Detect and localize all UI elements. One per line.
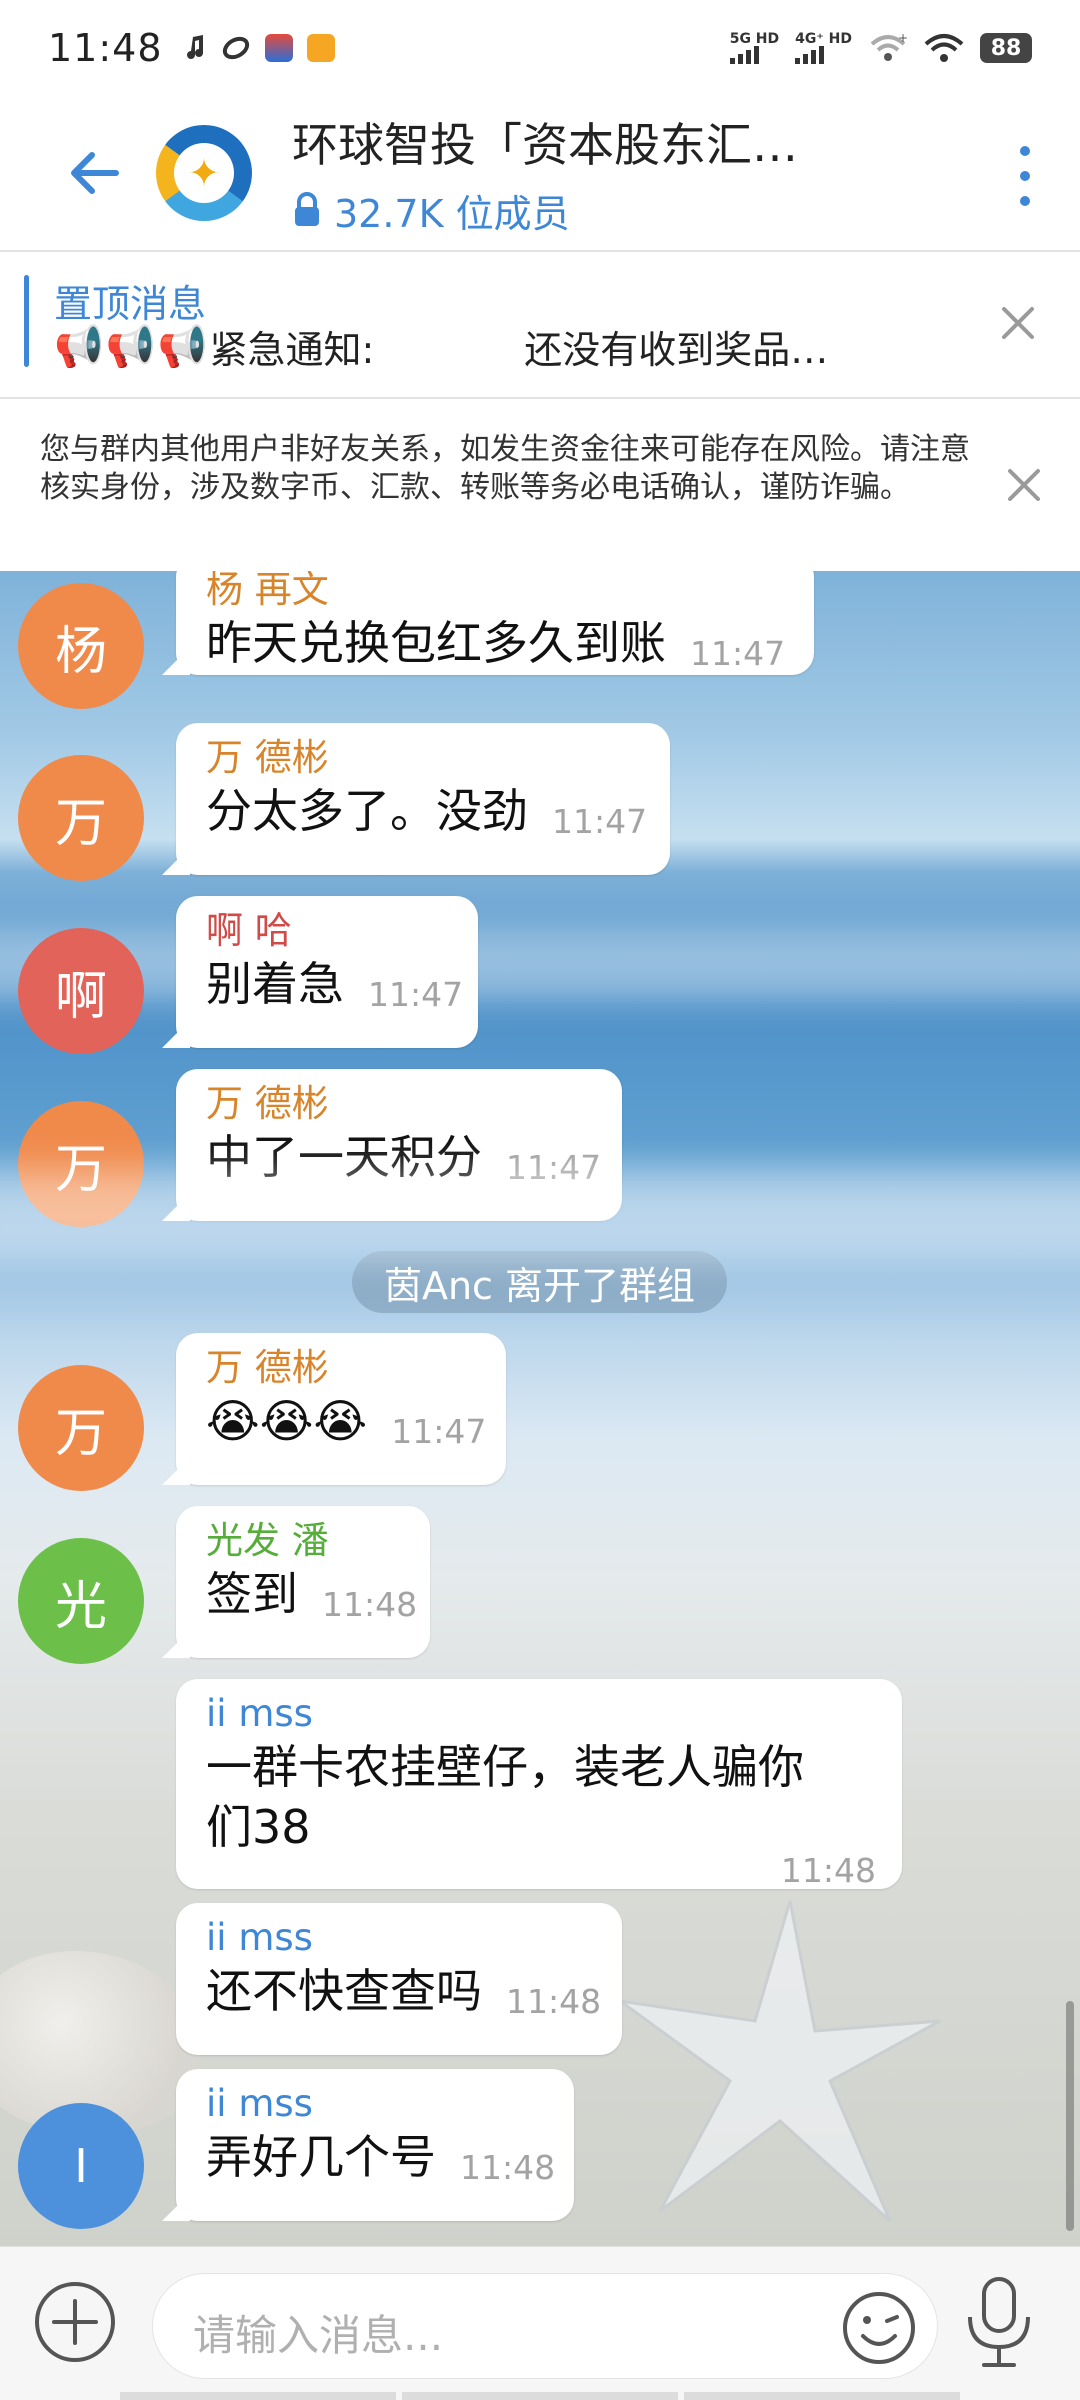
pinned-text: 📢 📢 📢 紧急通知: 还没有收到奖品… [54,319,828,374]
message-bubble[interactable]: 光发 潘 签到 11:48 [176,1506,430,1658]
attach-plus-button[interactable] [32,2279,118,2365]
message-bubble[interactable]: ii mss 还不快查查吗 11:48 [176,1903,622,2055]
signal-4g: 4G⁺ HD [795,32,852,64]
safety-warning: 您与群内其他用户非好友关系，如发生资金往来可能存在风险。请注意核实身份，涉及数字… [0,401,1080,571]
group-title: 环球智投「资本股东汇… [292,117,798,172]
header-info[interactable]: 环球智投「资本股东汇… 32.7K 位成员 [292,109,872,238]
message-text: 还不快查查吗 [206,1964,482,2018]
screen: 11:48 5G HD 4G⁺ HD + 88 ✦ 环球智投「资本股东汇… 32… [0,0,1080,2400]
message-input[interactable]: 请输入消息... [152,2273,938,2379]
message-time: 11:48 [322,1585,418,1624]
net2-label: 4G⁺ HD [795,31,852,47]
chat-header: ✦ 环球智投「资本股东汇… 32.7K 位成员 [0,96,1080,252]
sender-name: 光发 潘 [206,1519,329,1562]
sender-name: 杨 再文 [206,571,329,611]
group-avatar[interactable]: ✦ [156,125,252,221]
sender-name: 万 德彬 [206,1082,329,1125]
wifi-icon [924,34,964,62]
sender-name: ii mss [206,1916,313,1959]
message-time: 11:48 [506,1982,602,2021]
status-time: 11:48 [48,26,163,70]
message-text: 昨天兑换包红多久到账 [206,616,666,670]
more-options-button[interactable] [1010,136,1040,216]
sender-avatar[interactable]: 光 [18,1538,144,1664]
message-time: 11:48 [460,2148,556,2187]
back-button[interactable] [46,125,142,221]
message-bubble[interactable]: 杨 再文 昨天兑换包红多久到账 11:47 [176,571,814,675]
status-bar: 11:48 5G HD 4G⁺ HD + 88 [0,0,1080,96]
net1-label: 5G HD [729,31,780,47]
close-warning-icon[interactable] [998,459,1050,511]
dot-icon [1020,196,1030,206]
music-icon [186,35,203,59]
sender-name: 万 德彬 [206,1346,329,1389]
lock-icon [295,192,319,226]
sender-avatar[interactable]: 万 [18,1101,144,1227]
sender-name: 啊 哈 [206,909,292,952]
status-indicators: 5G HD 4G⁺ HD + 88 [729,31,1032,64]
pinned-accent-bar [24,275,29,367]
sender-avatar[interactable]: I [18,2103,144,2229]
notification-icons [185,34,335,62]
battery-level: 88 [980,33,1032,63]
message-time: 11:47 [391,1412,487,1451]
message-time: 11:47 [506,1148,602,1187]
member-count-text: 32.7K 位成员 [334,191,570,236]
signal-5g: 5G HD [729,31,780,64]
sender-name: ii mss [206,2082,313,2125]
scrollbar[interactable] [1066,2001,1074,2231]
seashell-decoration [0,1951,200,2131]
pinned-message[interactable]: 置顶消息 📢 📢 📢 紧急通知: 还没有收到奖品… [0,253,1080,399]
sender-avatar[interactable]: 杨 [18,583,144,709]
message-text: 一群卡农挂壁仔，装老人骗你们38 [206,1740,804,1854]
sender-avatar[interactable]: 万 [18,1365,144,1491]
svg-text:+: + [898,32,908,45]
message-text: 中了一天积分 [206,1130,482,1184]
message-bubble[interactable]: 啊 哈 别着急 11:47 [176,896,478,1048]
sparkle-icon: ✦ [188,151,220,195]
input-placeholder: 请输入消息... [193,2311,444,2360]
megaphone-icon: 📢 [54,324,104,370]
message-list[interactable]: 杨 杨 再文 昨天兑换包红多久到账 11:47 万 万 德彬 分太多了。没劲 11:… [0,571,1080,2246]
close-pinned-icon[interactable] [992,297,1044,349]
service-message: 茵Anc 离开了群组 [352,1251,727,1313]
link-icon [222,36,249,60]
cloud-app-icon [264,34,293,62]
sender-name: ii mss [206,1692,313,1735]
composer: 请输入消息... [0,2246,1080,2400]
message-text: 别着急 [206,957,344,1011]
megaphone-icon: 📢 [157,324,208,370]
message-bubble[interactable]: 万 德彬 中了一天积分 11:47 [176,1069,622,1221]
arrow-left-icon [71,152,119,194]
wifi-plus-icon: + [870,32,908,61]
sender-name: 万 德彬 [206,736,329,779]
message-bubble[interactable]: ii mss 一群卡农挂壁仔，装老人骗你们38 11:48 [176,1679,902,1890]
starfish-decoration [619,1900,941,2223]
microphone-button[interactable] [954,2273,1044,2373]
warning-text: 您与群内其他用户非好友关系，如发生资金往来可能存在风险。请注意核实身份，涉及数字… [40,432,970,505]
message-text: 弄好几个号 [206,2130,436,2184]
video-app-icon [306,34,335,62]
message-text: 签到 [206,1567,298,1621]
member-count: 32.7K 位成员 [292,183,872,238]
message-bubble[interactable]: ii mss 弄好几个号 11:48 [176,2069,574,2221]
message-text: 分太多了。没劲 [206,784,528,838]
pinned-text-rest: 还没有收到奖品… [524,328,829,372]
message-time: 11:47 [552,802,648,841]
message-text: 😭😭😭 [206,1394,368,1448]
sender-avatar[interactable]: 啊 [18,928,144,1054]
message-time: 11:47 [368,975,464,1014]
message-time: 11:47 [690,634,786,673]
sender-avatar[interactable]: 万 [18,755,144,881]
dot-icon [1020,146,1030,156]
message-bubble[interactable]: 万 德彬 分太多了。没劲 11:47 [176,723,670,875]
message-bubble[interactable]: 万 德彬 😭😭😭 11:47 [176,1333,506,1485]
emoji-icon[interactable] [839,2288,919,2368]
megaphone-icon: 📢 [105,324,156,370]
pinned-text-main: 紧急通知: [209,328,375,372]
dot-icon [1020,171,1030,181]
gesture-bar [120,2392,960,2400]
